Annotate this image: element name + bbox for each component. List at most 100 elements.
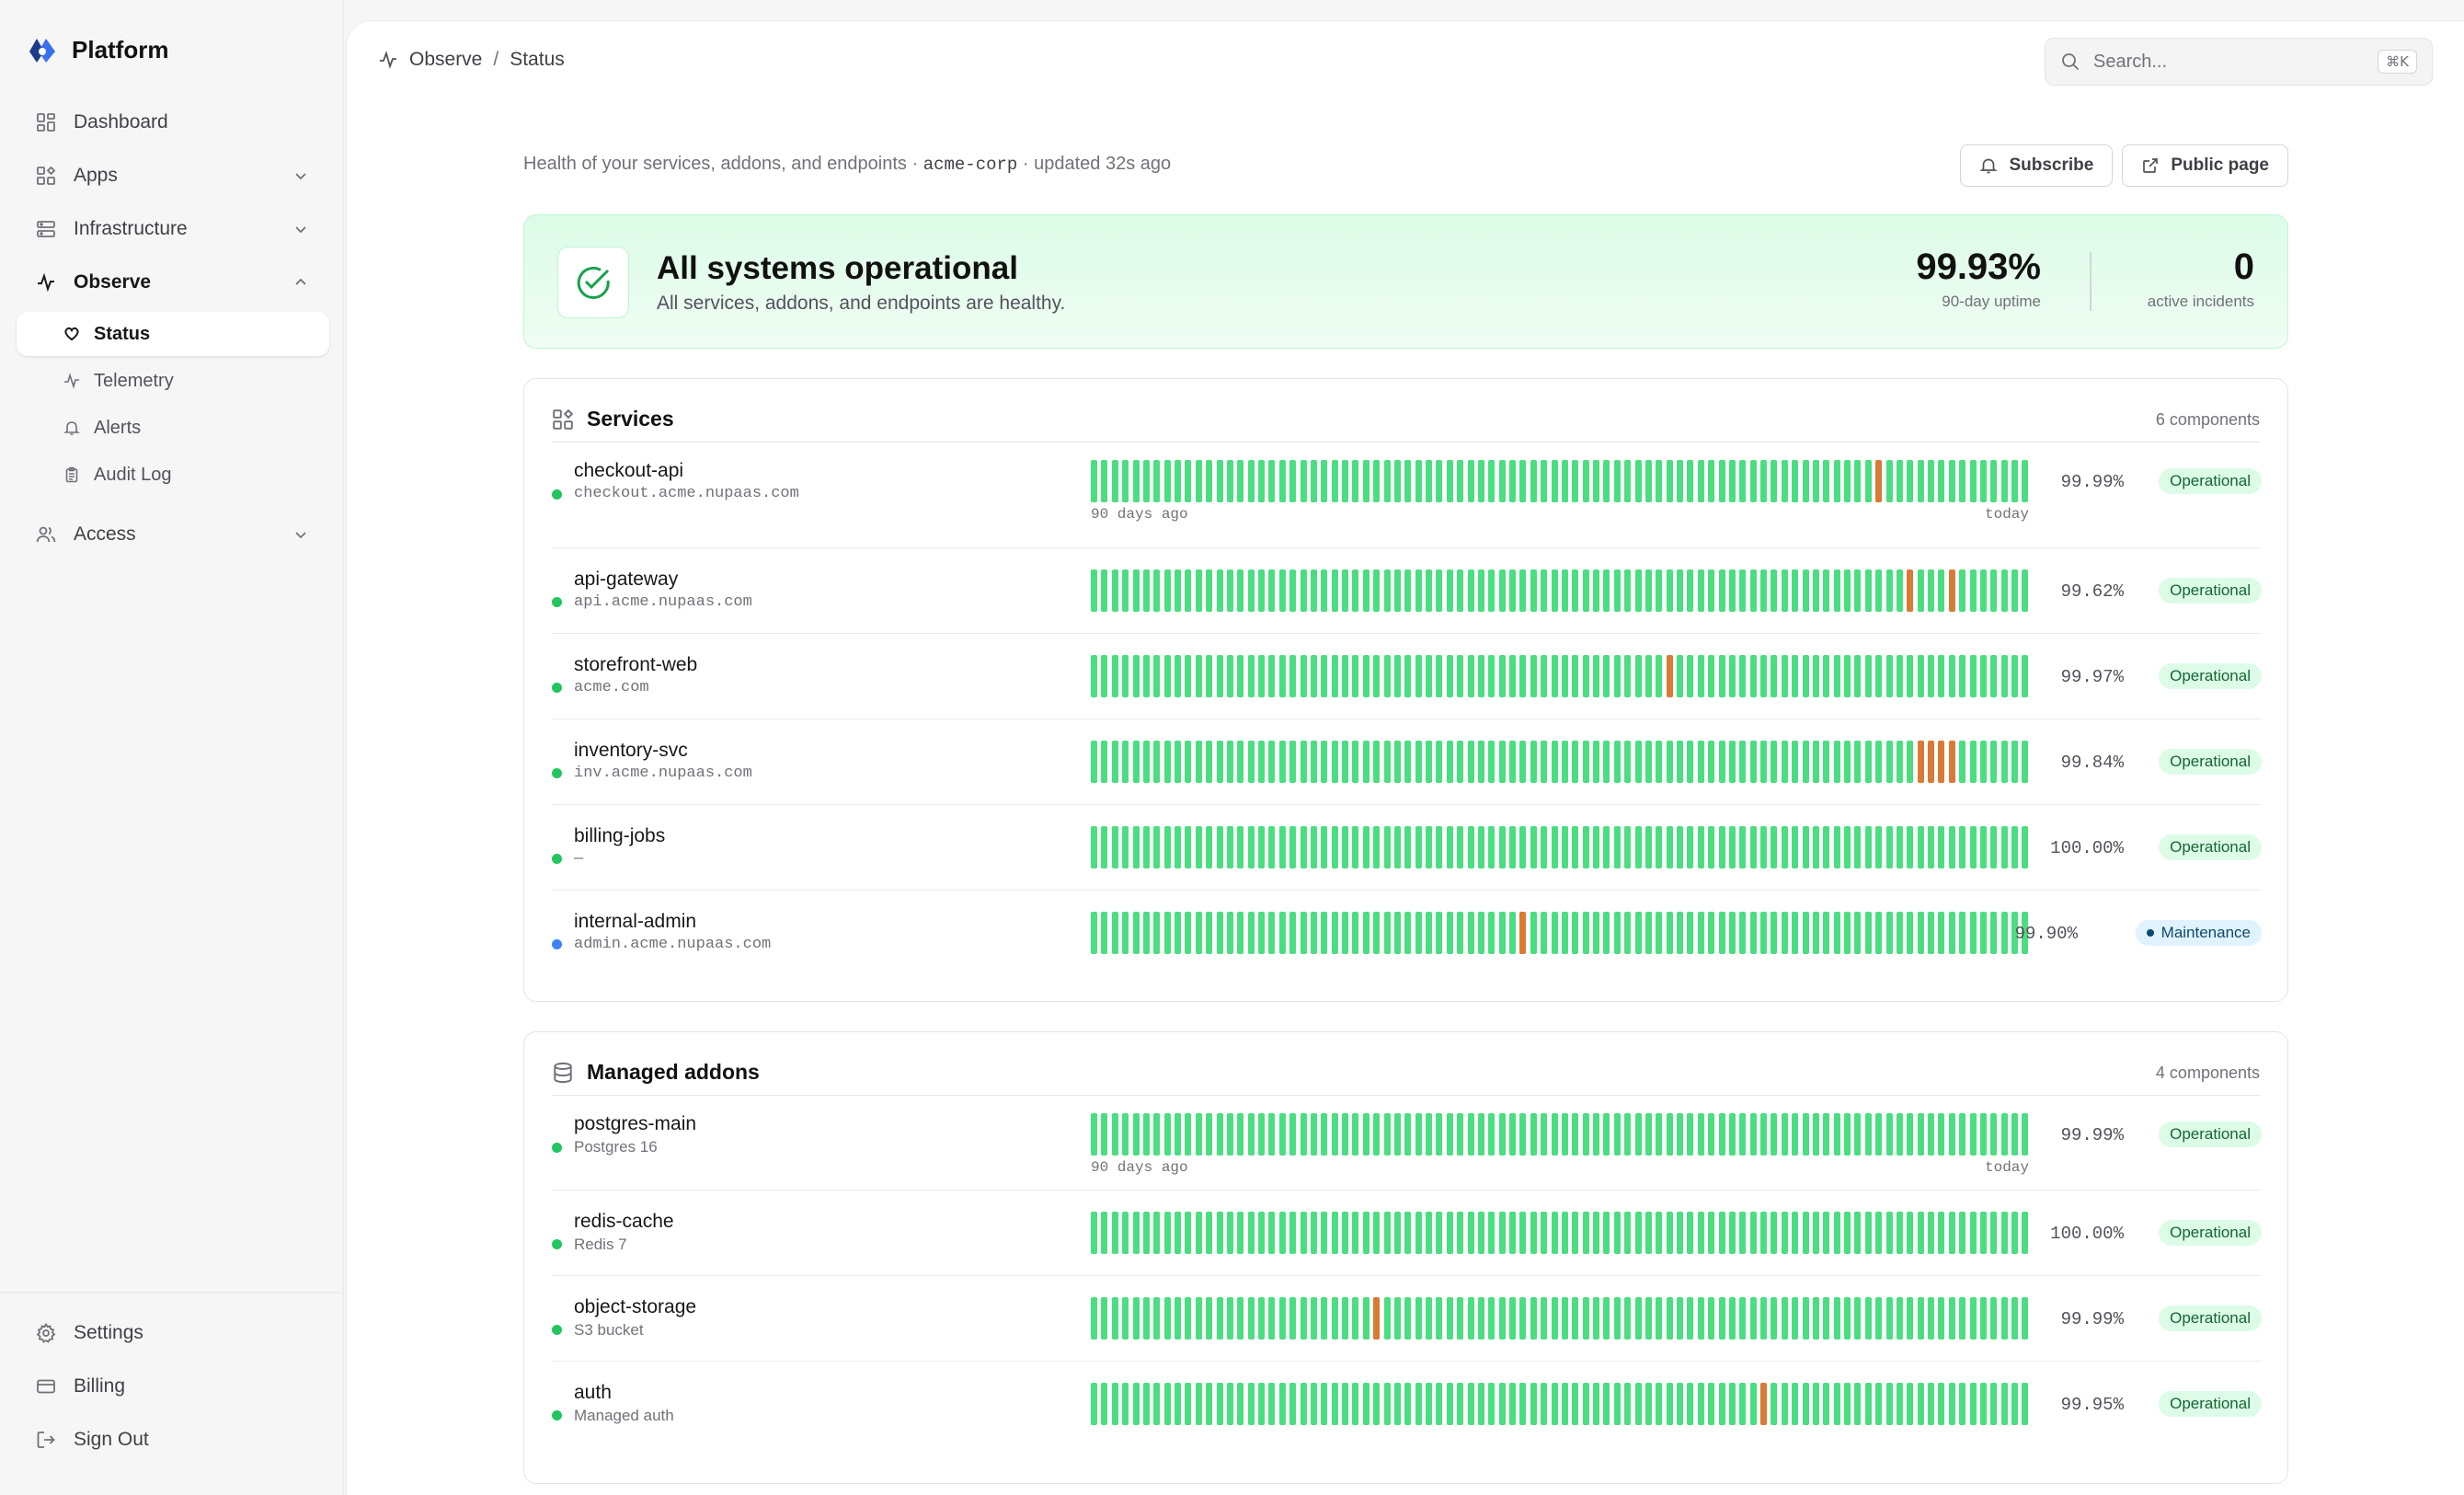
uptime-day-operational[interactable] bbox=[1216, 569, 1223, 612]
uptime-day-operational[interactable] bbox=[1488, 826, 1496, 868]
uptime-day-operational[interactable] bbox=[1457, 1212, 1464, 1254]
uptime-day-operational[interactable] bbox=[1718, 1212, 1725, 1254]
uptime-day-operational[interactable] bbox=[1404, 655, 1412, 697]
uptime-day-operational[interactable] bbox=[1792, 1113, 1799, 1156]
uptime-day-operational[interactable] bbox=[1875, 826, 1883, 868]
uptime-day-operational[interactable] bbox=[1760, 741, 1767, 783]
uptime-day-operational[interactable] bbox=[1153, 1297, 1161, 1340]
uptime-day-operational[interactable] bbox=[1938, 655, 1945, 697]
uptime-day-operational[interactable] bbox=[1393, 1113, 1401, 1156]
uptime-day-operational[interactable] bbox=[1613, 569, 1621, 612]
uptime-day-operational[interactable] bbox=[1677, 741, 1683, 783]
uptime-day-operational[interactable] bbox=[1823, 655, 1830, 697]
uptime-day-operational[interactable] bbox=[1854, 912, 1862, 954]
uptime-day-operational[interactable] bbox=[1185, 912, 1192, 954]
uptime-day-operational[interactable] bbox=[1467, 460, 1474, 502]
uptime-day-operational[interactable] bbox=[1771, 912, 1778, 954]
uptime-day-operational[interactable] bbox=[1352, 741, 1359, 783]
uptime-day-operational[interactable] bbox=[1990, 1297, 1998, 1340]
uptime-day-operational[interactable] bbox=[1677, 1383, 1683, 1425]
uptime-day-operational[interactable] bbox=[1959, 1212, 1966, 1254]
uptime-day-operational[interactable] bbox=[1792, 912, 1799, 954]
uptime-day-operational[interactable] bbox=[1091, 460, 1097, 502]
uptime-day-degraded[interactable] bbox=[1519, 912, 1527, 954]
uptime-day-operational[interactable] bbox=[1781, 1113, 1788, 1156]
uptime-day-operational[interactable] bbox=[1426, 1113, 1432, 1156]
uptime-day-operational[interactable] bbox=[1792, 1212, 1799, 1254]
uptime-day-operational[interactable] bbox=[1634, 1113, 1642, 1156]
uptime-day-operational[interactable] bbox=[1268, 912, 1276, 954]
uptime-day-operational[interactable] bbox=[1247, 1113, 1255, 1156]
uptime-day-operational[interactable] bbox=[1833, 1297, 1840, 1340]
sidebar-item-sign-out[interactable]: Sign Out bbox=[17, 1413, 326, 1466]
uptime-day-operational[interactable] bbox=[1928, 912, 1934, 954]
uptime-day-operational[interactable] bbox=[1132, 1212, 1140, 1254]
uptime-day-operational[interactable] bbox=[1426, 826, 1432, 868]
uptime-day-operational[interactable] bbox=[1792, 826, 1799, 868]
uptime-day-operational[interactable] bbox=[2022, 569, 2029, 612]
uptime-day-operational[interactable] bbox=[1530, 1297, 1537, 1340]
uptime-day-operational[interactable] bbox=[1132, 460, 1140, 502]
uptime-day-operational[interactable] bbox=[1728, 569, 1736, 612]
uptime-day-operational[interactable] bbox=[1237, 460, 1244, 502]
uptime-day-operational[interactable] bbox=[1928, 1297, 1934, 1340]
uptime-day-operational[interactable] bbox=[1760, 1212, 1767, 1254]
uptime-day-operational[interactable] bbox=[1289, 1383, 1297, 1425]
uptime-day-operational[interactable] bbox=[1979, 826, 1987, 868]
uptime-day-operational[interactable] bbox=[1969, 826, 1977, 868]
uptime-day-operational[interactable] bbox=[1352, 826, 1359, 868]
uptime-day-operational[interactable] bbox=[1362, 912, 1370, 954]
uptime-day-operational[interactable] bbox=[1321, 912, 1328, 954]
uptime-day-operational[interactable] bbox=[2022, 460, 2029, 502]
uptime-day-operational[interactable] bbox=[1561, 1212, 1568, 1254]
uptime-day-operational[interactable] bbox=[1656, 655, 1663, 697]
uptime-day-operational[interactable] bbox=[1216, 1212, 1223, 1254]
uptime-day-operational[interactable] bbox=[1875, 569, 1883, 612]
uptime-day-operational[interactable] bbox=[1237, 826, 1244, 868]
uptime-day-operational[interactable] bbox=[1572, 826, 1579, 868]
uptime-day-operational[interactable] bbox=[1163, 912, 1171, 954]
uptime-day-operational[interactable] bbox=[1122, 1212, 1129, 1254]
uptime-day-operational[interactable] bbox=[1938, 912, 1945, 954]
uptime-day-operational[interactable] bbox=[1393, 1383, 1401, 1425]
component-row[interactable]: redis-cache Redis 7 100.00% Operational bbox=[552, 1190, 2262, 1276]
uptime-day-operational[interactable] bbox=[1969, 1297, 1977, 1340]
uptime-day-operational[interactable] bbox=[1979, 1297, 1987, 1340]
uptime-day-operational[interactable] bbox=[1697, 1212, 1704, 1254]
uptime-day-operational[interactable] bbox=[1111, 1383, 1118, 1425]
uptime-day-operational[interactable] bbox=[1331, 460, 1338, 502]
uptime-day-operational[interactable] bbox=[1823, 1113, 1830, 1156]
uptime-day-operational[interactable] bbox=[1101, 1212, 1108, 1254]
uptime-day-operational[interactable] bbox=[1342, 826, 1348, 868]
uptime-day-operational[interactable] bbox=[1802, 1297, 1809, 1340]
uptime-day-operational[interactable] bbox=[1436, 655, 1443, 697]
uptime-day-operational[interactable] bbox=[1907, 1297, 1914, 1340]
uptime-day-operational[interactable] bbox=[1446, 1383, 1453, 1425]
uptime-day-operational[interactable] bbox=[1582, 1297, 1589, 1340]
uptime-day-operational[interactable] bbox=[1352, 655, 1359, 697]
component-row[interactable]: billing-jobs — 100.00% Operational bbox=[552, 805, 2262, 891]
uptime-day-operational[interactable] bbox=[1300, 655, 1307, 697]
uptime-day-operational[interactable] bbox=[1749, 1212, 1757, 1254]
sidebar-item-access[interactable]: Access bbox=[17, 508, 329, 561]
uptime-day-operational[interactable] bbox=[1718, 569, 1725, 612]
uptime-day-operational[interactable] bbox=[1687, 1297, 1694, 1340]
uptime-day-operational[interactable] bbox=[1582, 1113, 1589, 1156]
uptime-day-operational[interactable] bbox=[1896, 655, 1903, 697]
sidebar-item-billing[interactable]: Billing bbox=[17, 1360, 326, 1413]
uptime-day-operational[interactable] bbox=[1426, 1212, 1432, 1254]
uptime-day-operational[interactable] bbox=[1885, 1113, 1893, 1156]
uptime-day-operational[interactable] bbox=[1739, 912, 1747, 954]
uptime-day-operational[interactable] bbox=[1551, 1113, 1558, 1156]
uptime-day-operational[interactable] bbox=[1247, 1212, 1255, 1254]
uptime-day-operational[interactable] bbox=[1530, 741, 1537, 783]
uptime-day-operational[interactable] bbox=[1572, 741, 1579, 783]
uptime-day-operational[interactable] bbox=[1907, 1212, 1914, 1254]
uptime-day-degraded[interactable] bbox=[1938, 741, 1945, 783]
uptime-day-operational[interactable] bbox=[1195, 460, 1202, 502]
uptime-day-operational[interactable] bbox=[2011, 569, 2018, 612]
uptime-day-operational[interactable] bbox=[1122, 741, 1129, 783]
uptime-day-operational[interactable] bbox=[1436, 1113, 1443, 1156]
uptime-day-operational[interactable] bbox=[1656, 1383, 1663, 1425]
uptime-day-operational[interactable] bbox=[1436, 912, 1443, 954]
